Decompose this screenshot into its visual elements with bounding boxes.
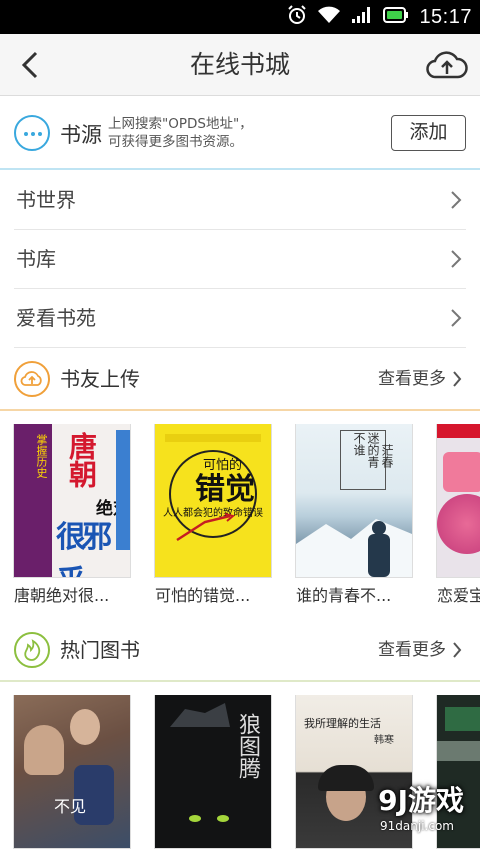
section-title: 热门图书 bbox=[60, 638, 140, 662]
flame-icon bbox=[14, 632, 50, 668]
cover-text: 韩寒 bbox=[374, 735, 394, 746]
chevron-right-icon bbox=[451, 309, 462, 327]
cover-text: 唐朝 bbox=[65, 432, 98, 488]
book-title: 可怕的错觉... bbox=[155, 586, 251, 605]
source-desc-line2: 可获得更多图书资源。 bbox=[108, 134, 243, 150]
see-more-label: 查看更多 bbox=[378, 369, 446, 389]
category-item-shuku[interactable]: 书库 bbox=[14, 230, 466, 289]
book-title: 唐朝绝对很... bbox=[14, 586, 110, 605]
cover-text: 错觉 bbox=[195, 472, 255, 507]
cloud-upload-icon bbox=[426, 51, 468, 79]
source-title: 书源 bbox=[60, 123, 102, 147]
wifi-icon bbox=[317, 6, 341, 28]
watermark-url: 91danji.com bbox=[380, 819, 454, 833]
book-cover: 不见 bbox=[14, 695, 130, 848]
cloud-upload-button[interactable] bbox=[424, 44, 470, 86]
see-more-hot-link[interactable]: 查看更多 bbox=[378, 619, 462, 681]
uploads-section-header: 书友上传 查看更多 bbox=[0, 348, 480, 410]
status-bar: 15:17 bbox=[0, 0, 480, 34]
cover-text: 迷的青 bbox=[366, 432, 380, 468]
book-cover: 不谁 迷的青 茫春 bbox=[296, 424, 412, 577]
book-title: 谁的青春不... bbox=[296, 586, 392, 605]
watermark-logo: 9J游戏 91danji.com bbox=[334, 779, 474, 843]
clock: 15:17 bbox=[419, 5, 472, 28]
section-divider bbox=[0, 409, 480, 411]
category-item-aikanshuyuan[interactable]: 爱看书苑 bbox=[14, 289, 466, 348]
book-cover: 狼图腾 bbox=[155, 695, 271, 848]
cover-text: 不见 bbox=[54, 797, 87, 816]
chevron-right-icon bbox=[453, 371, 462, 387]
book-source-row: 书源 上网搜索"OPDS地址"， 可获得更多图书资源。 添加 bbox=[0, 97, 480, 170]
signal-icon bbox=[351, 6, 373, 28]
book-cover: 可怕的 错觉 人人都会犯的致命错误 bbox=[155, 424, 271, 577]
source-desc-line1: 上网搜索"OPDS地址"， bbox=[108, 116, 253, 132]
category-label: 书库 bbox=[16, 247, 56, 271]
cover-text: 茫春 bbox=[380, 444, 394, 468]
category-label: 书世界 bbox=[16, 188, 76, 212]
cloud-upload-icon bbox=[14, 361, 50, 397]
cover-text: 狼图腾 bbox=[235, 713, 260, 779]
book-cover: 掌握历史 唐朝 绝对 很邪乎 bbox=[14, 424, 130, 577]
cover-text: 我所理解的生活 bbox=[304, 717, 381, 730]
book-cover bbox=[437, 424, 480, 577]
battery-icon bbox=[383, 6, 409, 28]
book-title: 恋爱宝 bbox=[437, 586, 480, 605]
section-title: 书友上传 bbox=[60, 367, 140, 391]
add-source-button[interactable]: 添加 bbox=[391, 115, 466, 151]
chevron-right-icon bbox=[451, 191, 462, 209]
uploads-shelf: 掌握历史 唐朝 绝对 很邪乎 唐朝绝对很... 可怕的 错觉 人人都会犯的致命错… bbox=[0, 424, 480, 609]
alarm-icon bbox=[287, 5, 307, 29]
page-title: 在线书城 bbox=[189, 50, 290, 79]
category-label: 爱看书苑 bbox=[16, 306, 96, 330]
chevron-right-icon bbox=[451, 250, 462, 268]
category-item-shushijie[interactable]: 书世界 bbox=[14, 171, 466, 230]
see-more-uploads-link[interactable]: 查看更多 bbox=[378, 348, 462, 410]
more-dots-icon bbox=[14, 115, 50, 151]
section-divider bbox=[0, 680, 480, 682]
nav-bar: 在线书城 bbox=[0, 34, 480, 96]
watermark-text: 9J游戏 bbox=[378, 784, 464, 817]
cover-text: 不谁 bbox=[352, 432, 366, 456]
source-description: 上网搜索"OPDS地址"， 可获得更多图书资源。 bbox=[108, 115, 253, 151]
chevron-right-icon bbox=[453, 642, 462, 658]
hot-books-section-header: 热门图书 查看更多 bbox=[0, 619, 480, 681]
see-more-label: 查看更多 bbox=[378, 640, 446, 660]
